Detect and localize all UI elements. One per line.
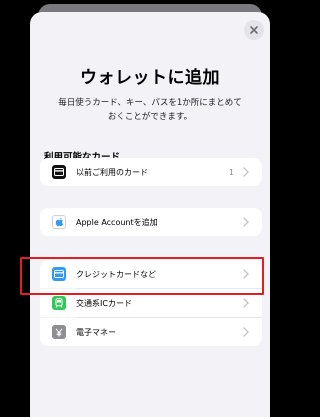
- page-description: 毎日使うカード、キー、パスを1か所にまとめて おくことができます。: [30, 96, 270, 124]
- chevron-right-icon: [243, 217, 249, 227]
- transit-ic-card-label: 交通系ICカード: [76, 298, 132, 308]
- close-button[interactable]: [244, 20, 264, 40]
- train-icon: [52, 296, 66, 310]
- apple-account-row[interactable]: Apple Accountを追加: [40, 208, 262, 236]
- credit-card-label: クレジットカードなど: [76, 269, 156, 279]
- previous-card-label: 以前ご利用のカード: [76, 167, 148, 177]
- apple-account-label: Apple Accountを追加: [76, 217, 158, 227]
- close-icon: [250, 26, 258, 34]
- transit-ic-card-row[interactable]: 交通系ICカード: [40, 289, 262, 317]
- chevron-right-icon: [243, 327, 249, 337]
- apple-logo-icon: [52, 215, 66, 229]
- description-line-2: おくことができます。: [107, 112, 193, 122]
- chevron-right-icon: [243, 269, 249, 279]
- description-line-1: 毎日使うカード、キー、パスを1か所にまとめて: [58, 98, 242, 108]
- credit-card-icon: [52, 267, 66, 281]
- previous-card-count: 1: [228, 167, 234, 177]
- e-money-label: 電子マネー: [76, 327, 116, 337]
- previous-card-row[interactable]: 以前ご利用のカード 1: [40, 158, 262, 186]
- yen-icon: [52, 325, 66, 339]
- chevron-right-icon: [243, 298, 249, 308]
- wallet-card-icon: [52, 165, 66, 179]
- add-to-wallet-sheet: ウォレットに追加 毎日使うカード、キー、パスを1か所にまとめて おくことができま…: [30, 12, 270, 417]
- e-money-row[interactable]: 電子マネー: [40, 318, 262, 346]
- page-title: ウォレットに追加: [80, 68, 220, 88]
- chevron-right-icon: [243, 167, 249, 177]
- credit-card-row[interactable]: クレジットカードなど: [40, 260, 262, 288]
